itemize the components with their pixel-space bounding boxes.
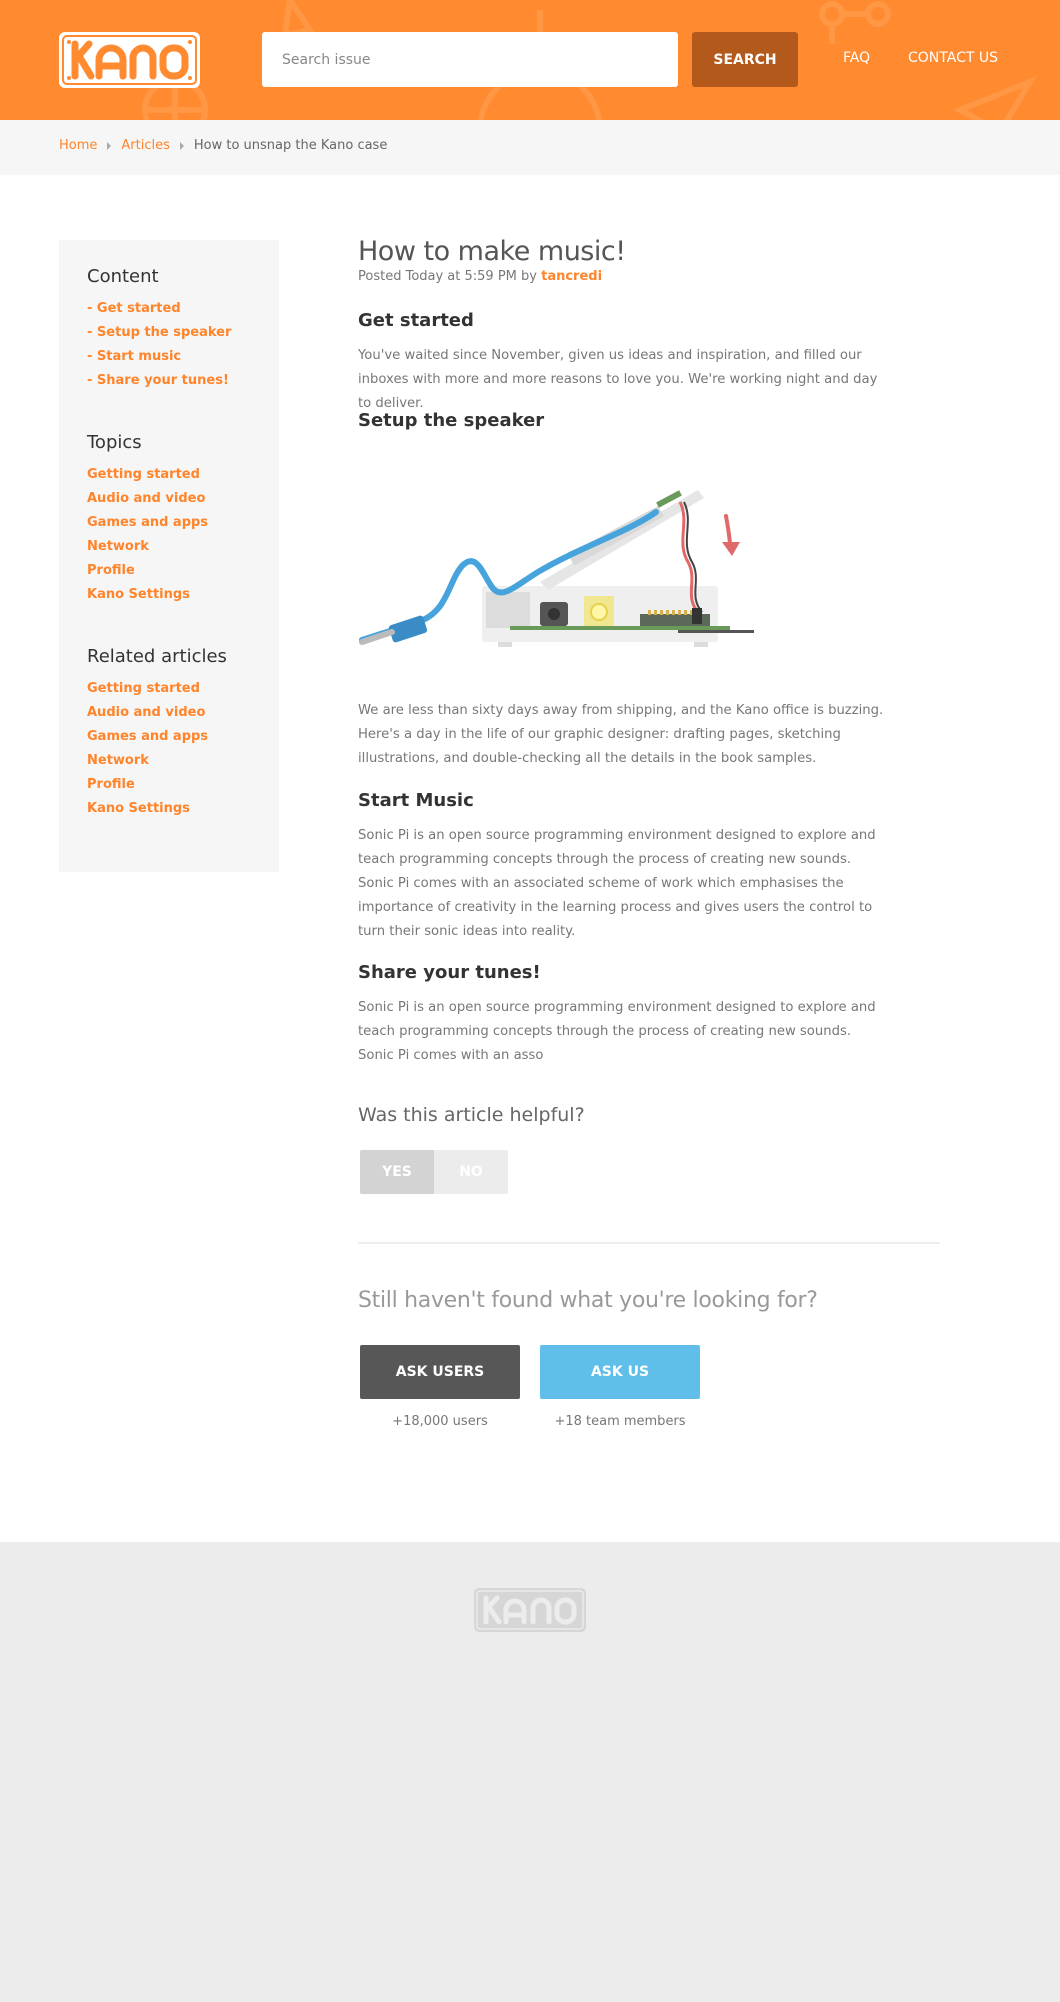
divider (358, 1242, 940, 1244)
sidebar-topic-games-apps[interactable]: Games and apps (87, 515, 208, 530)
section-heading-share-tunes: Share your tunes! (358, 962, 541, 983)
sidebar-related-kano-settings[interactable]: Kano Settings (87, 801, 190, 816)
section-heading-get-started: Get started (358, 310, 474, 331)
helpful-yes-button[interactable]: YES (360, 1150, 434, 1194)
sidebar-related-getting-started[interactable]: Getting started (87, 681, 200, 696)
sidebar: Content - Get started - Setup the speake… (59, 240, 279, 872)
sidebar-content-item-start-music[interactable]: - Start music (87, 349, 181, 364)
helpful-toggle: YES NO (360, 1150, 508, 1194)
sidebar-content-section: Content - Get started - Setup the speake… (87, 266, 231, 393)
sidebar-content-item-share-tunes[interactable]: - Share your tunes! (87, 373, 229, 388)
speaker-setup-illustration (359, 490, 754, 647)
sidebar-topic-network[interactable]: Network (87, 539, 149, 554)
kano-logo-icon (62, 35, 197, 85)
sidebar-related-games-apps[interactable]: Games and apps (87, 729, 208, 744)
sidebar-related-network[interactable]: Network (87, 753, 149, 768)
article: How to make music! Posted Today at 5:59 … (358, 236, 938, 1063)
sidebar-topic-getting-started[interactable]: Getting started (87, 467, 200, 482)
sidebar-topics-section: Topics Getting started Audio and video G… (87, 432, 208, 607)
search-input[interactable] (262, 32, 678, 87)
chevron-right-icon (107, 141, 112, 150)
breadcrumb-bar: Home Articles How to unsnap the Kano cas… (0, 120, 1060, 175)
breadcrumb: Home Articles How to unsnap the Kano cas… (59, 138, 387, 153)
sidebar-content-item-get-started[interactable]: - Get started (87, 301, 181, 316)
sidebar-topics-title: Topics (87, 432, 142, 453)
ask-us-caption: +18 team members (554, 1414, 686, 1429)
section-text-setup-speaker: We are less than sixty days away from sh… (358, 703, 884, 766)
article-meta: Posted Today at 5:59 PM by tancredi (358, 269, 938, 284)
site-footer (0, 1542, 1060, 2002)
nav-contact-link[interactable]: CONTACT US (908, 50, 998, 66)
help-title: Still haven't found what you're looking … (358, 1288, 818, 1313)
section-text-get-started: You've waited since November, given us i… (358, 348, 878, 411)
chevron-right-icon (179, 141, 184, 150)
footer-kano-logo[interactable] (474, 1588, 586, 1632)
article-title: How to make music! (358, 236, 626, 267)
sidebar-related-section: Related articles Getting started Audio a… (87, 646, 227, 821)
ask-users-caption: +18,000 users (392, 1414, 488, 1429)
section-text-share-tunes: Sonic Pi is an open source programming e… (358, 1000, 876, 1063)
section-text-start-music: Sonic Pi is an open source programming e… (358, 828, 876, 939)
sidebar-topic-profile[interactable]: Profile (87, 563, 135, 578)
breadcrumb-current: How to unsnap the Kano case (193, 138, 388, 153)
helpful-no-button[interactable]: NO (434, 1150, 508, 1194)
ask-us-button[interactable]: ASK US (540, 1345, 700, 1399)
sidebar-topic-kano-settings[interactable]: Kano Settings (87, 587, 190, 602)
sidebar-related-profile[interactable]: Profile (87, 777, 135, 792)
sidebar-related-title: Related articles (87, 646, 227, 667)
kano-logo[interactable] (59, 32, 200, 88)
sidebar-content-title: Content (87, 266, 159, 287)
footer-kano-logo-icon (476, 1590, 584, 1630)
nav-faq-link[interactable]: FAQ (843, 50, 870, 66)
article-meta-prefix: Posted Today at 5:59 PM by (358, 269, 537, 284)
search-button[interactable]: SEARCH (692, 32, 798, 87)
sidebar-related-audio-video[interactable]: Audio and video (87, 705, 205, 720)
breadcrumb-home-link[interactable]: Home (59, 138, 97, 153)
helpful-question: Was this article helpful? (358, 1104, 585, 1126)
sidebar-topic-audio-video[interactable]: Audio and video (87, 491, 205, 506)
breadcrumb-articles-link[interactable]: Articles (121, 138, 169, 153)
article-author-link[interactable]: tancredi (541, 269, 602, 284)
sidebar-content-item-setup-speaker[interactable]: - Setup the speaker (87, 325, 231, 340)
section-heading-start-music: Start Music (358, 790, 474, 811)
site-header: SEARCH FAQ CONTACT US (0, 0, 1060, 120)
section-heading-setup-speaker: Setup the speaker (358, 410, 545, 431)
ask-users-button[interactable]: ASK USERS (360, 1345, 520, 1399)
